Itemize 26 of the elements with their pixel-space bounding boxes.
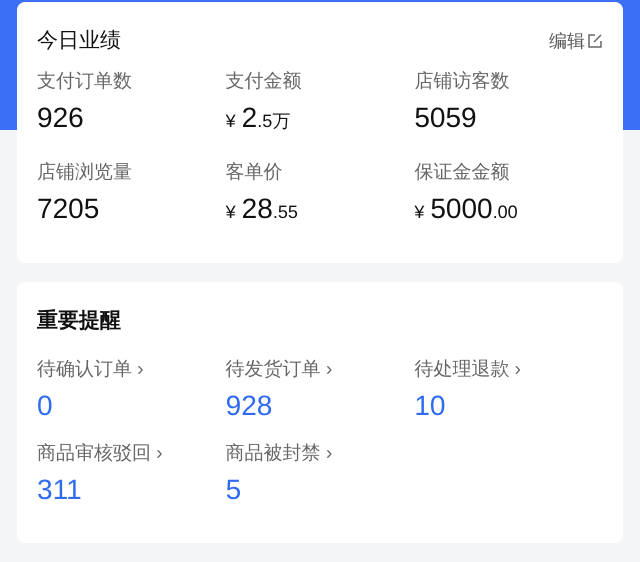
reminder-count: 0: [37, 389, 53, 423]
edit-icon: [587, 33, 603, 49]
metric-value: 5059: [414, 101, 478, 135]
metric-label: 保证金金额: [414, 161, 510, 185]
metric-label: 支付金额: [226, 70, 303, 94]
metric-label: 客单价: [226, 161, 284, 185]
metric-value: ¥ 28.55: [226, 192, 299, 226]
metric-label: 店铺访客数: [414, 70, 510, 94]
edit-button[interactable]: 编辑: [549, 28, 603, 54]
reminder-count: 10: [414, 389, 446, 423]
metric-value: 7205: [37, 192, 100, 226]
reminder-link[interactable]: 商品审核驳回 ›: [37, 440, 163, 468]
reminder-count: 5: [226, 473, 242, 507]
metric-label: 店铺浏览量: [37, 161, 133, 185]
metric-label: 支付订单数: [37, 70, 133, 94]
reminder-count: 928: [226, 389, 272, 423]
metric-value: 926: [37, 101, 85, 135]
metric-value: ¥ 2.5万: [226, 101, 292, 135]
reminder-count: 311: [37, 473, 82, 507]
reminder-link[interactable]: 待发货订单 ›: [226, 356, 332, 384]
reminder-link[interactable]: 商品被封禁 ›: [226, 440, 332, 468]
card-title: 重要提醒: [37, 309, 121, 332]
metric-value: ¥ 5000.00: [414, 192, 519, 226]
reminder-link[interactable]: 待处理退款 ›: [414, 356, 521, 384]
reminder-link[interactable]: 待确认订单 ›: [37, 356, 144, 384]
card-title: 今日业绩: [37, 28, 121, 54]
